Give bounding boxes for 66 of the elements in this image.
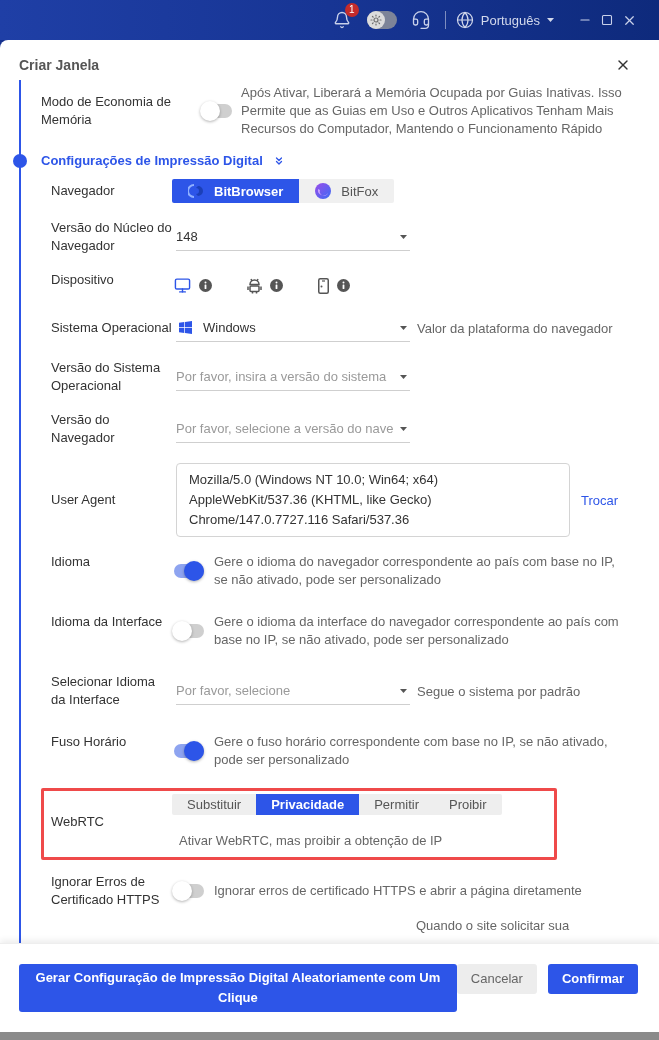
field-label: Idioma da Interface [51, 613, 164, 631]
browser-option[interactable]: BitFox [299, 179, 395, 203]
round-logo-icon [315, 183, 332, 199]
notification-badge: 1 [344, 3, 359, 17]
select-field[interactable]: Windows [176, 314, 410, 342]
info-icon [270, 279, 283, 292]
toggle-switch[interactable] [172, 621, 204, 641]
field-label: Navegador [51, 182, 116, 200]
toggle-switch[interactable] [172, 741, 204, 761]
user-agent-field[interactable]: Mozilla/5.0 (Windows NT 10.0; Win64; x64) AppleWebKit/537.36 (KHTML, like Gecko) Chrome/147.0.7727.116 Safari/537.36 [176, 463, 570, 537]
help-text: Quando o site solicitar sua [416, 917, 571, 935]
help-text: Gere o idioma da interface do navegador correspondente ao país com base no IP, se não ativado, pode ser personalizado [214, 613, 620, 649]
field-label: WebRTC [51, 813, 105, 831]
robot-icon[interactable] [247, 277, 262, 294]
section-title[interactable]: Configurações de Impressão Digital [41, 152, 263, 170]
info-icon [337, 279, 350, 292]
help-text: Segue o sistema por padrão [417, 683, 581, 699]
help-text: Ativar WebRTC, mas proibir a obtenção de IP [179, 832, 443, 850]
help-text: Gere o idioma do navegador correspondente ao país com base no IP, se não ativado, pode ser personalizado [214, 553, 616, 589]
field-label: Selecionar Idioma da Interface [51, 673, 157, 709]
cancel-button[interactable]: Cancelar [456, 964, 537, 994]
bell-icon[interactable] [332, 11, 351, 29]
field-label: Versão do Navegador [51, 411, 116, 447]
select-field[interactable]: 148 [176, 223, 410, 251]
headset-icon[interactable] [410, 10, 431, 30]
sun-icon [369, 14, 382, 26]
switch-link[interactable]: Trocar [581, 492, 619, 508]
field-label: Fuso Horário [51, 733, 128, 751]
help-text: Ignorar erros de certificado HTTPS e abrir a página diretamente [214, 882, 583, 900]
help-text: Valor da plataforma do navegador [417, 320, 613, 336]
field-label: Ignorar Erros de Certificado HTTPS [51, 873, 161, 909]
language-select[interactable]: Português [455, 11, 554, 29]
info-icon [199, 279, 212, 292]
field-label: Idioma [51, 553, 92, 571]
tab[interactable]: Substituir [172, 794, 257, 815]
tab[interactable]: Privacidade [256, 794, 360, 815]
help-text: Gere o fuso horário correspondente com base no IP, se não ativado, pode ser personalizado [214, 733, 609, 769]
field-label: Versão do Núcleo do Navegador [51, 219, 172, 255]
caret-icon [400, 234, 407, 239]
monitor-icon[interactable] [174, 277, 191, 294]
caret-icon [400, 325, 407, 330]
toggle-switch[interactable] [172, 561, 204, 581]
phone-icon[interactable] [318, 277, 329, 294]
caret-icon [400, 374, 407, 379]
caret-icon [400, 688, 407, 693]
caret-icon [400, 426, 407, 431]
help-text: Após Ativar, Liberará a Memória Ocupada por Guias Inativas. Isso Permite que as Guias em Uso e Outros Aplicativos Tenham Mais Recursos do Computador, Mantendo o Funcionamento Rápido [241, 84, 623, 138]
tab[interactable]: Permitir [359, 794, 434, 815]
browser-option[interactable]: BitBrowser [172, 179, 300, 203]
globe-icon [455, 11, 474, 29]
field-label: Sistema Operacional [51, 319, 172, 337]
windows-logo-icon [179, 321, 192, 334]
theme-toggle[interactable] [366, 11, 397, 29]
swirl-logo-icon [188, 183, 204, 199]
field-label: Versão do Sistema Operacional [51, 359, 162, 395]
maximize-icon[interactable] [601, 14, 613, 26]
generate-button[interactable]: Gerar Configuração de Impressão Digital Aleatoriamente com Um Clique [19, 964, 457, 1012]
confirm-button[interactable]: Confirmar [547, 964, 638, 994]
dialog-title: Criar Janela [19, 56, 100, 74]
caret-icon [547, 18, 554, 22]
toggle-switch[interactable] [172, 881, 204, 901]
field-label: Dispositivo [51, 271, 115, 289]
tab[interactable]: Proibir [434, 794, 502, 815]
toggle-switch[interactable] [200, 101, 232, 121]
field-label: User Agent [51, 491, 117, 509]
field-label: Modo de Economia de Memória [41, 93, 173, 129]
